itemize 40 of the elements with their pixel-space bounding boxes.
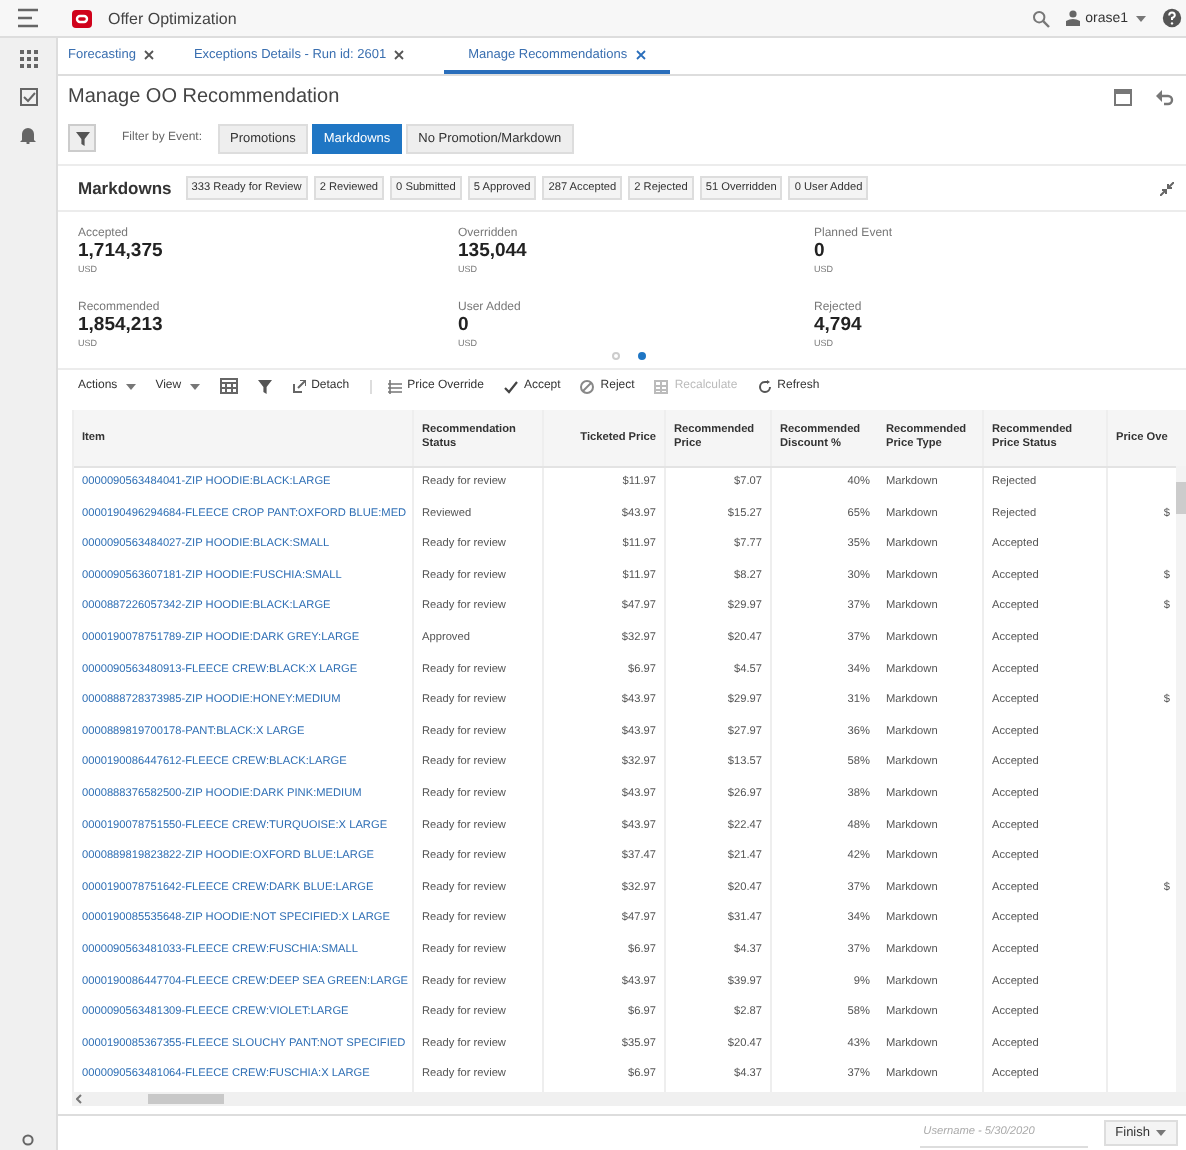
collapse-icon[interactable] <box>1160 181 1174 195</box>
metric-value: 1,714,375 <box>78 240 165 264</box>
help-icon[interactable] <box>1162 8 1182 28</box>
caret-icon <box>1136 15 1146 21</box>
grid-icon[interactable] <box>19 50 37 68</box>
app-title: Offer Optimization <box>108 9 237 27</box>
menu-icon[interactable] <box>16 8 40 28</box>
filter-icon <box>75 131 89 145</box>
bell-icon[interactable] <box>20 126 36 144</box>
filter-icon[interactable] <box>257 379 272 393</box>
metric-value: 135,044 <box>458 240 529 264</box>
search-icon[interactable] <box>1031 9 1050 27</box>
caret-icon <box>189 383 200 389</box>
metric-value: 0 <box>814 240 827 264</box>
filter-button[interactable] <box>68 124 96 152</box>
carousel-dot[interactable] <box>638 352 646 360</box>
checklist-icon[interactable] <box>19 88 37 106</box>
caret-icon <box>125 383 136 389</box>
grid-icon <box>654 379 669 393</box>
calendar-icon[interactable] <box>219 378 238 394</box>
close-icon[interactable] <box>635 49 646 59</box>
close-icon[interactable] <box>143 49 154 59</box>
check-icon <box>503 379 518 393</box>
logo-icon <box>72 9 92 27</box>
detach-icon <box>291 379 306 393</box>
prohibited-icon <box>580 379 595 393</box>
metric-value: 1,854,213 <box>78 314 165 338</box>
undo-icon[interactable] <box>1156 87 1174 105</box>
caret-icon <box>1156 1130 1166 1136</box>
page-title: Manage OO Recommendation <box>68 85 340 107</box>
metric-value: 4,794 <box>814 314 864 338</box>
list-icon <box>387 379 402 393</box>
close-icon[interactable] <box>394 49 405 59</box>
refresh-icon <box>757 379 772 393</box>
calendar-icon[interactable] <box>1114 87 1132 105</box>
metric-value: 0 <box>458 314 471 338</box>
horizontal-scrollbar[interactable] <box>72 1092 1186 1106</box>
scroll-left-icon[interactable] <box>76 1094 82 1104</box>
section-title: Markdowns <box>78 178 172 198</box>
person-icon <box>1065 10 1080 26</box>
